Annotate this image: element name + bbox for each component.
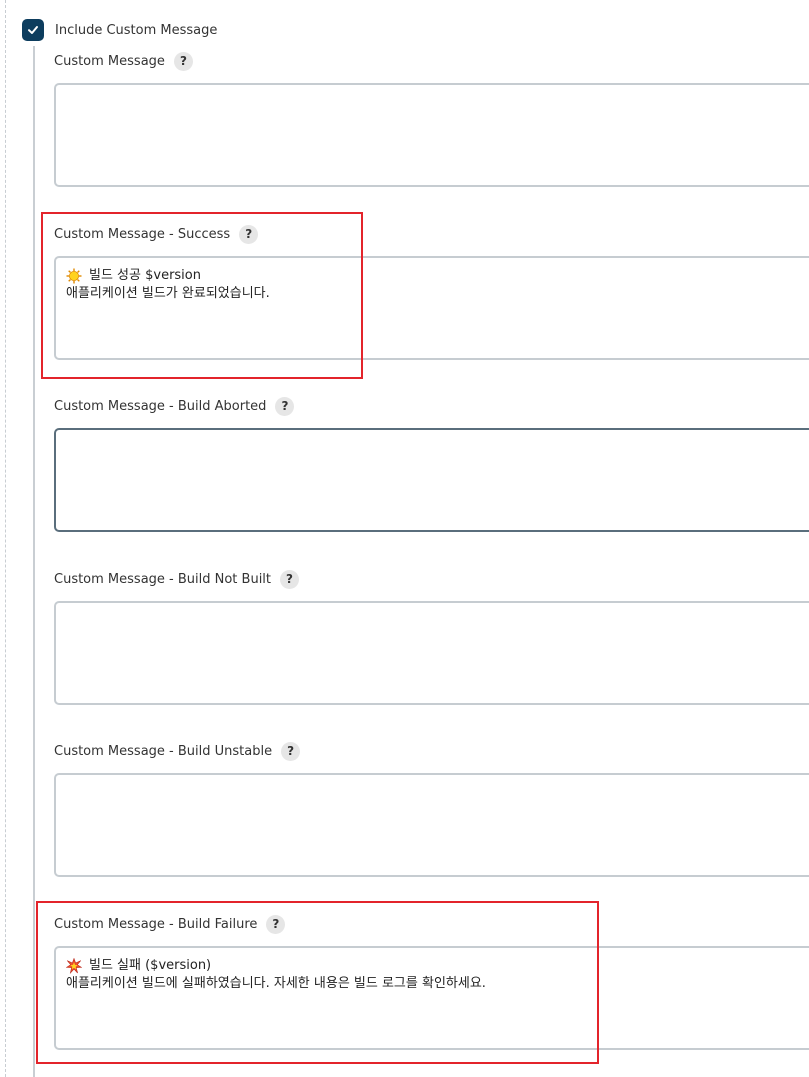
build-aborted-textarea[interactable] (54, 428, 809, 532)
build-failure-label-row: Custom Message - Build Failure ? (54, 914, 286, 934)
sun-emoji-icon (66, 268, 82, 284)
success-label: Custom Message - Success (54, 226, 231, 242)
build-failure-body-text: 애플리케이션 빌드에 실패하였습니다. 자세한 내용은 빌드 로그를 확인하세요… (66, 976, 486, 991)
build-unstable-textarea[interactable] (54, 773, 809, 877)
help-icon[interactable]: ? (280, 569, 300, 589)
success-line-2: 애플리케이션 빌드가 완료되었습니다. (66, 285, 809, 303)
custom-message-textarea[interactable] (54, 83, 809, 187)
custom-message-label-row: Custom Message ? (54, 51, 193, 71)
checkmark-icon (28, 26, 38, 34)
build-failure-textarea[interactable]: 빌드 실패 ($version) 애플리케이션 빌드에 실패하였습니다. 자세한… (54, 946, 809, 1050)
help-icon[interactable]: ? (275, 396, 295, 416)
success-title-text: 빌드 성공 $version (89, 268, 201, 283)
help-icon[interactable]: ? (266, 914, 286, 934)
collision-emoji-icon (66, 958, 82, 974)
build-unstable-label-row: Custom Message - Build Unstable ? (54, 741, 301, 761)
nested-section-line (33, 46, 35, 1077)
build-not-built-textarea[interactable] (54, 601, 809, 705)
help-icon[interactable]: ? (281, 741, 301, 761)
custom-message-label: Custom Message (54, 53, 165, 69)
build-not-built-label-row: Custom Message - Build Not Built ? (54, 569, 300, 589)
build-failure-title-text: 빌드 실패 ($version) (89, 958, 212, 973)
build-aborted-label-row: Custom Message - Build Aborted ? (54, 396, 295, 416)
dashed-guide-line (5, 0, 6, 1077)
build-unstable-label: Custom Message - Build Unstable (54, 743, 273, 759)
build-aborted-label: Custom Message - Build Aborted (54, 398, 267, 414)
include-custom-message-row[interactable]: Include Custom Message (22, 18, 217, 42)
custom-message-section: Include Custom Message Custom Message ? … (0, 0, 809, 1077)
success-textarea[interactable]: 빌드 성공 $version 애플리케이션 빌드가 완료되었습니다. (54, 256, 809, 360)
build-failure-label: Custom Message - Build Failure (54, 916, 258, 932)
success-line-1: 빌드 성공 $version (66, 267, 809, 285)
build-failure-line-2: 애플리케이션 빌드에 실패하였습니다. 자세한 내용은 빌드 로그를 확인하세요… (66, 975, 809, 993)
build-not-built-label: Custom Message - Build Not Built (54, 571, 272, 587)
success-body-text: 애플리케이션 빌드가 완료되었습니다. (66, 286, 270, 301)
build-failure-line-1: 빌드 실패 ($version) (66, 957, 809, 975)
success-label-row: Custom Message - Success ? (54, 224, 259, 244)
include-custom-message-checkbox[interactable] (22, 19, 44, 41)
help-icon[interactable]: ? (173, 51, 193, 71)
include-custom-message-label: Include Custom Message (55, 22, 218, 38)
help-icon[interactable]: ? (239, 224, 259, 244)
